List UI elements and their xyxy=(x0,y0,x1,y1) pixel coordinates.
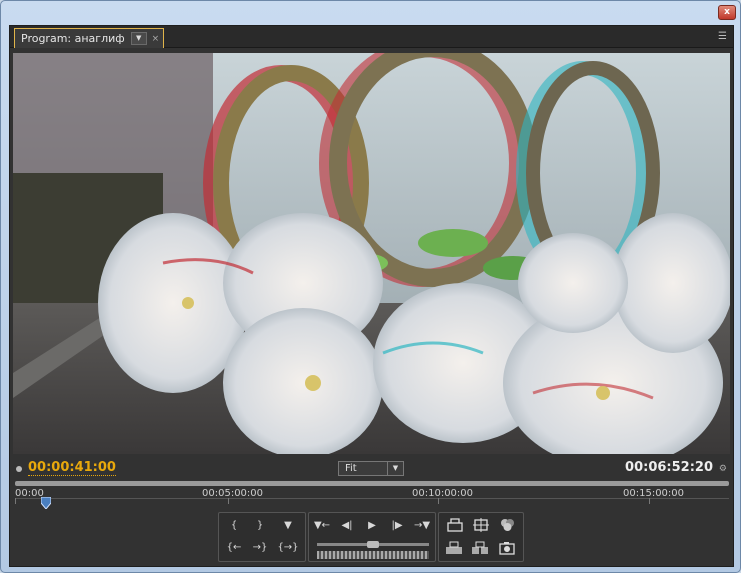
ruler-label: 00:00 xyxy=(15,488,44,499)
tab-dropdown-button[interactable]: ▼ xyxy=(130,32,147,45)
panel-menu-icon[interactable]: ☰ xyxy=(718,31,727,42)
lift-icon[interactable] xyxy=(447,518,463,532)
window: x Program: анаглиф ▼ × ☰ 00:00:41:00 Fit… xyxy=(0,0,741,573)
ruler-tick xyxy=(649,498,650,504)
play-button[interactable]: ▶ xyxy=(361,517,383,535)
zoom-scroll-bar[interactable] xyxy=(15,481,729,486)
settings-icon[interactable]: ⚙ xyxy=(719,464,727,474)
time-ruler[interactable]: 00:00 00:05:00:00 00:10:00:00 00:15:00:0… xyxy=(15,481,729,509)
chevron-down-icon: ▼ xyxy=(387,462,403,475)
ruler-label: 00:05:00:00 xyxy=(202,488,264,499)
marker-controls: { } ▼ {← →} {→} xyxy=(218,512,306,562)
go-to-previous-edit-button[interactable]: ▼← xyxy=(311,517,333,535)
mark-in-button[interactable]: { xyxy=(223,517,245,535)
ruler-tick xyxy=(228,498,229,504)
go-to-next-edit-button[interactable]: →▼ xyxy=(411,517,433,535)
mark-out-button[interactable]: } xyxy=(249,517,271,535)
marker-icon[interactable] xyxy=(16,466,22,472)
duration-timecode: 00:06:52:20 xyxy=(625,460,713,475)
program-monitor-panel: Program: анаглиф ▼ × ☰ 00:00:41:00 Fit ▼… xyxy=(9,25,734,567)
ruler-baseline xyxy=(15,498,729,499)
ruler-tick xyxy=(438,498,439,504)
zoom-level-value: Fit xyxy=(345,463,357,474)
video-preview xyxy=(13,53,730,454)
extract-icon[interactable] xyxy=(473,518,489,532)
video-frame-image xyxy=(13,53,730,454)
tab-bar: Program: анаглиф ▼ × ☰ xyxy=(10,26,733,48)
transport-controls: { } ▼ {← →} {→} ▼← ◀| ▶ |▶ →▼ xyxy=(218,512,526,562)
ruler-label: 00:15:00:00 xyxy=(623,488,685,499)
ruler-tick xyxy=(15,498,16,504)
edit-controls xyxy=(438,512,524,562)
overwrite-icon[interactable] xyxy=(445,541,463,555)
current-timecode[interactable]: 00:00:41:00 xyxy=(28,460,116,476)
export-frame-icon[interactable] xyxy=(499,541,515,555)
go-to-out-button[interactable]: →} xyxy=(249,539,271,557)
ruler-label: 00:10:00:00 xyxy=(412,488,474,499)
playback-controls: ▼← ◀| ▶ |▶ →▼ xyxy=(308,512,436,562)
insert-icon[interactable] xyxy=(471,541,489,555)
step-forward-button[interactable]: |▶ xyxy=(386,517,408,535)
trim-icon[interactable] xyxy=(499,517,517,533)
time-bar: 00:00:41:00 Fit ▼ 00:06:52:20 ⚙ xyxy=(10,458,733,478)
jog-wheel[interactable] xyxy=(317,551,429,559)
shuttle-knob[interactable] xyxy=(367,541,379,548)
set-marker-button[interactable]: ▼ xyxy=(277,517,299,535)
tab-program[interactable]: Program: анаглиф ▼ × xyxy=(14,28,164,48)
playhead-icon[interactable] xyxy=(41,497,51,509)
go-to-in-button[interactable]: {← xyxy=(223,539,245,557)
play-in-to-out-button[interactable]: {→} xyxy=(277,539,299,557)
tab-close-icon[interactable]: × xyxy=(152,34,160,44)
tab-label: Program: анаглиф xyxy=(21,32,125,45)
step-back-button[interactable]: ◀| xyxy=(336,517,358,535)
window-close-button[interactable]: x xyxy=(718,5,736,20)
zoom-level-select[interactable]: Fit ▼ xyxy=(338,461,404,476)
